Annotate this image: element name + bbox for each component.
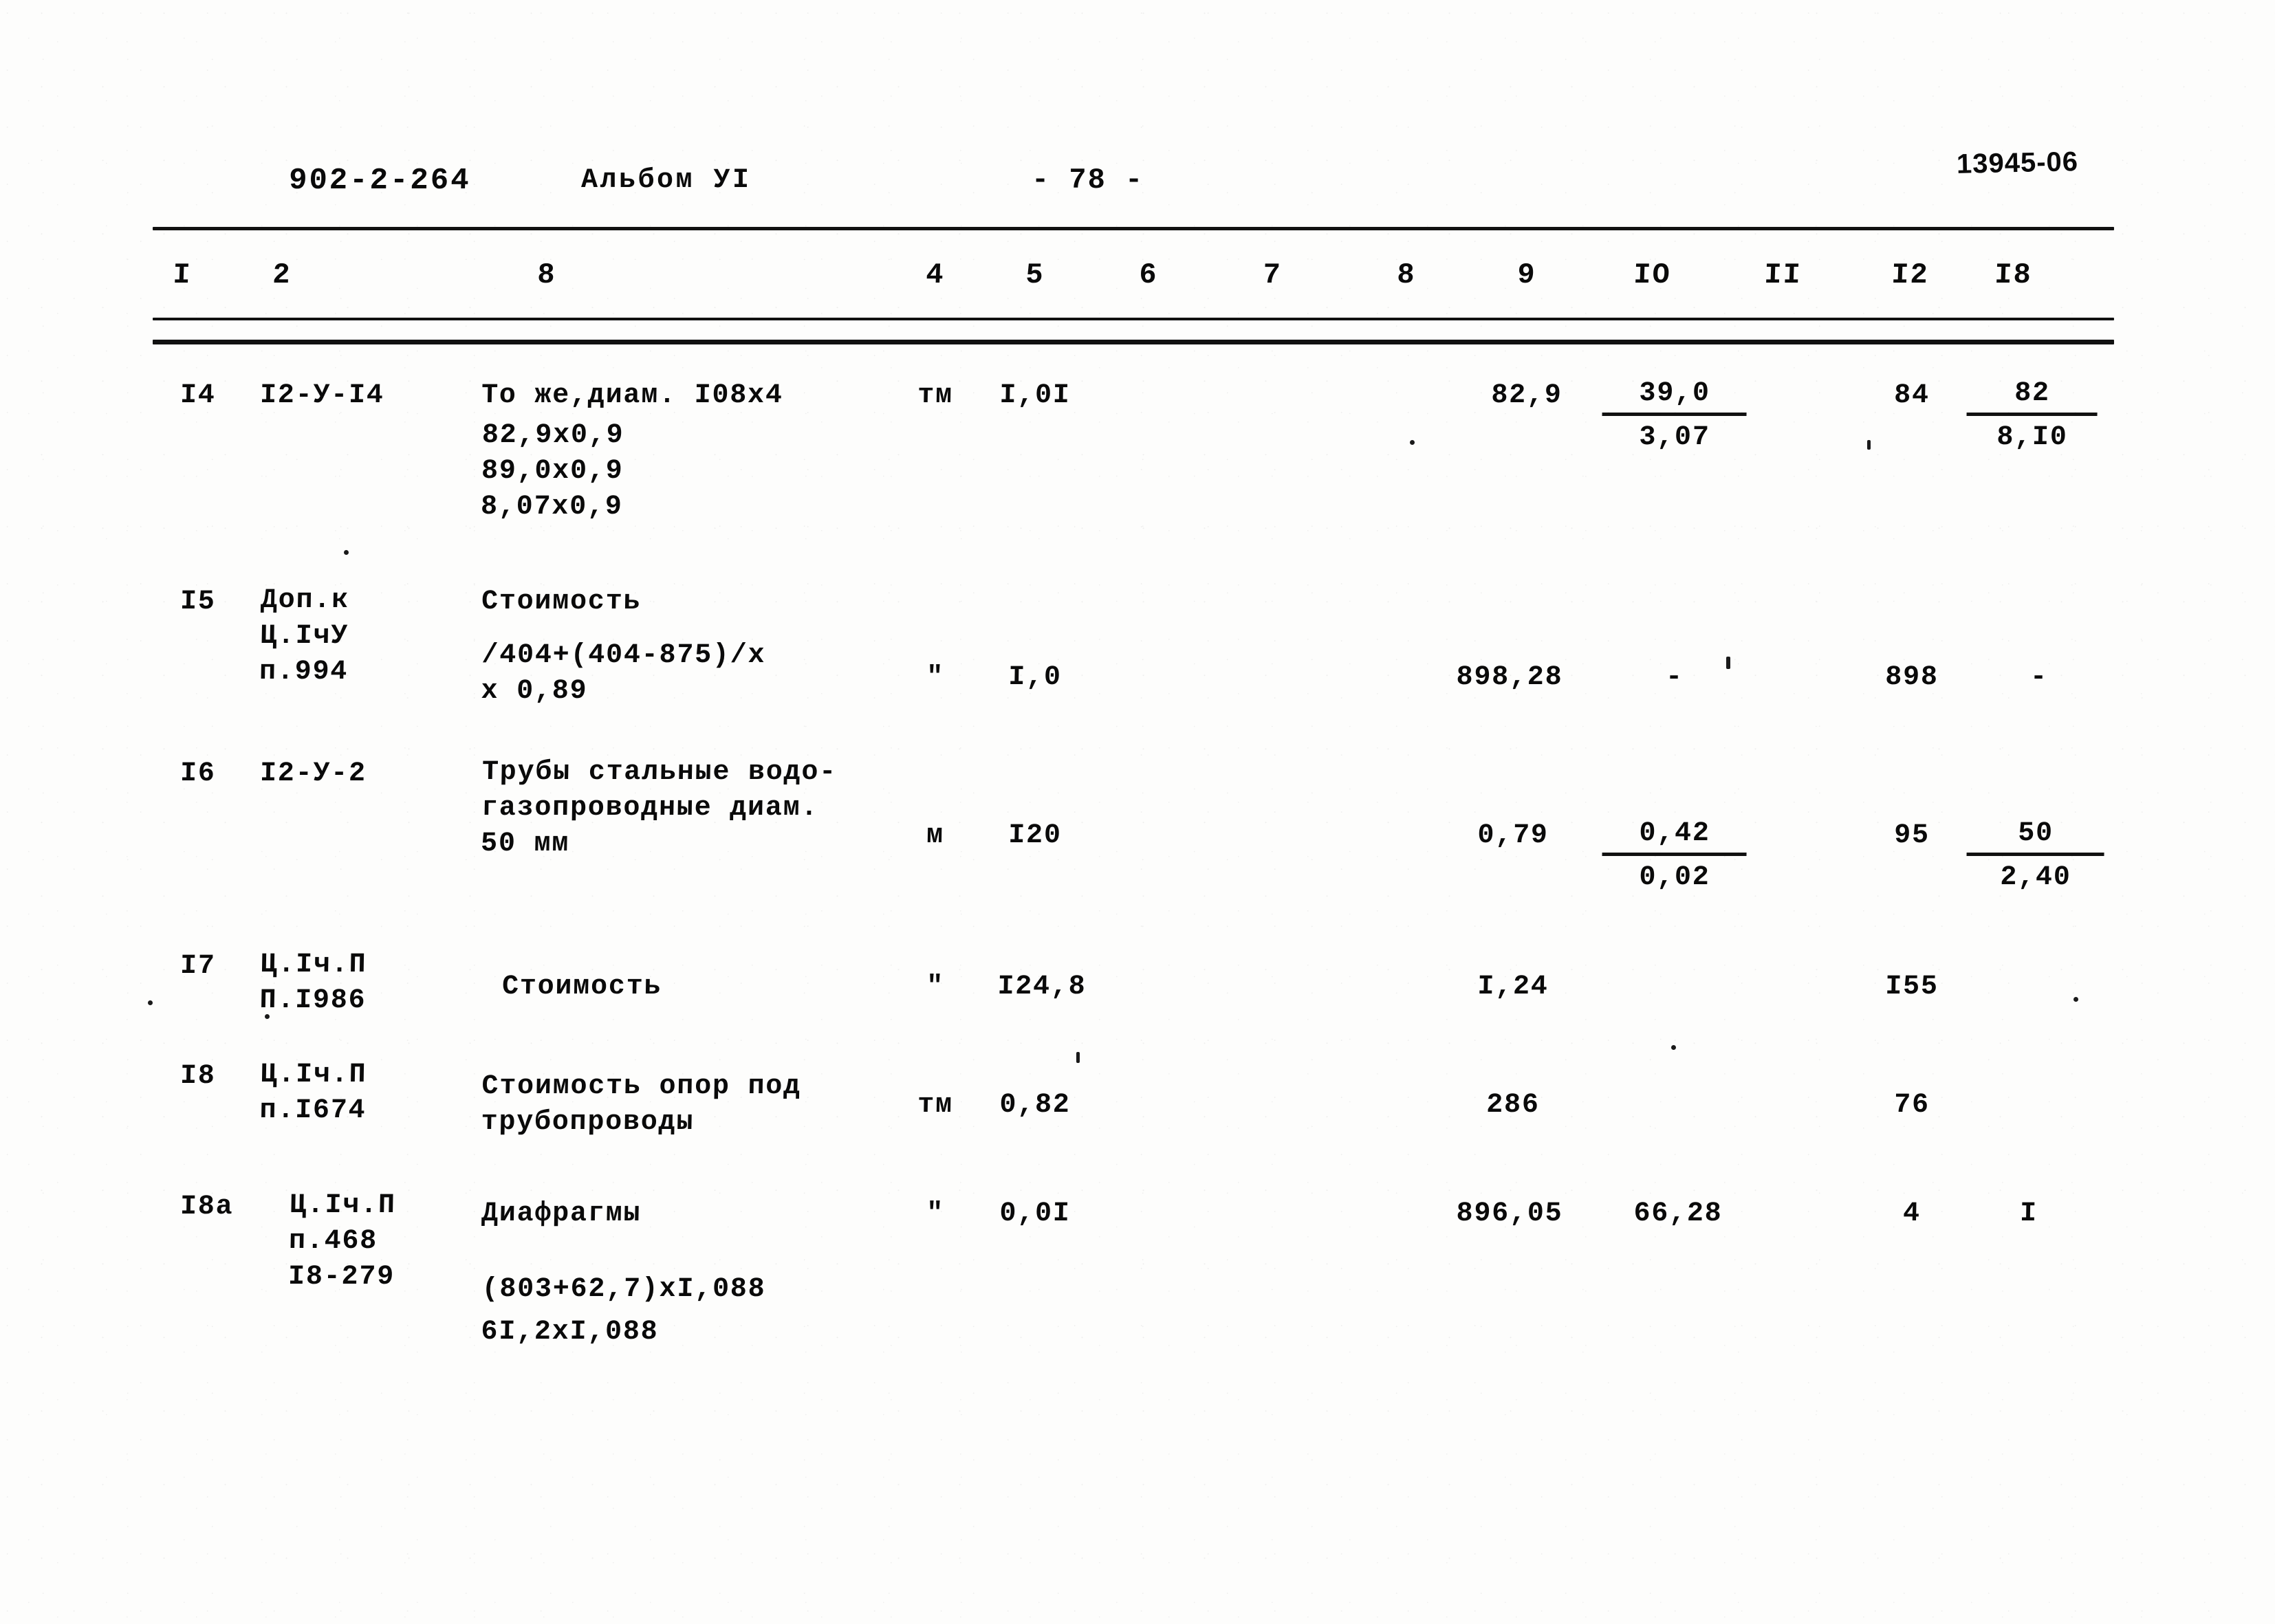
row-col10-fraction: 0,42 0,02 xyxy=(1602,817,1748,897)
row-col12: 95 xyxy=(1893,820,1930,851)
row-col10-numerator: 0,42 xyxy=(1602,817,1748,856)
row-col10-numerator: 39,0 xyxy=(1602,377,1748,416)
row-col13-fraction: 82 8,I0 xyxy=(1966,377,2098,457)
row-col12: I55 xyxy=(1884,972,1939,1002)
row-quantity: I20 xyxy=(1008,820,1063,851)
row-description-detail: 82,9х0,9 89,0х0,9 8,07х0,9 xyxy=(480,420,624,523)
scan-speck xyxy=(1726,657,1730,669)
scan-speck xyxy=(2073,997,2078,1002)
row-unit: " xyxy=(926,662,945,693)
scan-speck xyxy=(1867,440,1871,450)
row-code: Ц.Iч.П п.I674 xyxy=(259,1060,367,1126)
row-description-detail: (803+62,7)хI,088 6I,2хI,088 xyxy=(481,1274,766,1348)
row-col13-numerator: 50 xyxy=(1966,817,2105,856)
row-code: I2-У-2 xyxy=(259,758,367,789)
row-unit: " xyxy=(926,972,945,1002)
row-col12: 898 xyxy=(1884,662,1939,693)
row-col10: - xyxy=(1665,662,1684,693)
row-description: Трубы стальные водо- газопроводные диам.… xyxy=(480,757,838,859)
scan-speck xyxy=(265,1014,270,1019)
row-col9: 896,05 xyxy=(1456,1198,1563,1229)
scan-speck xyxy=(344,550,349,555)
row-col10-denominator: 0,02 xyxy=(1638,862,1710,893)
row-col12: 4 xyxy=(1902,1198,1922,1229)
row-col13-denominator: 2,40 xyxy=(1999,862,2071,893)
scanned-page: 902-2-264 Альбом УI - 78 - 13945-06 I 2 … xyxy=(0,0,2275,1624)
row-number: I8 xyxy=(179,1061,217,1092)
row-unit: " xyxy=(926,1198,945,1229)
row-description: Диафрагмы xyxy=(481,1198,642,1229)
row-quantity: 0,82 xyxy=(999,1090,1071,1121)
row-col9: 898,28 xyxy=(1456,662,1563,693)
row-col13: I xyxy=(2019,1198,2038,1229)
row-col13: - xyxy=(2029,662,2049,693)
row-description-detail: /404+(404-875)/х х 0,89 xyxy=(481,640,766,707)
row-col9: I,24 xyxy=(1477,972,1549,1002)
scan-speck xyxy=(1076,1052,1080,1063)
row-col10: 66,28 xyxy=(1633,1198,1723,1229)
row-col9: 286 xyxy=(1485,1090,1541,1121)
row-number: I6 xyxy=(179,758,217,789)
row-code: Ц.Iч.П П.I986 xyxy=(259,950,367,1016)
row-number: I5 xyxy=(179,586,217,617)
row-code: Доп.к Ц.IчУ п.994 xyxy=(259,585,350,688)
row-number: I7 xyxy=(179,951,217,982)
row-description: Стоимость xyxy=(481,586,642,617)
row-col12: 84 xyxy=(1893,380,1930,411)
row-col13-numerator: 82 xyxy=(1966,377,2098,416)
row-description: Стоимость опор под трубопроводы xyxy=(481,1071,802,1138)
row-unit: тм xyxy=(917,380,954,411)
row-col12: 76 xyxy=(1893,1090,1930,1121)
row-code: I2-У-I4 xyxy=(259,380,385,411)
row-col10-fraction: 39,0 3,07 xyxy=(1602,377,1748,457)
row-quantity: I24,8 xyxy=(997,972,1087,1002)
row-col10-denominator: 3,07 xyxy=(1638,422,1710,453)
row-unit: тм xyxy=(917,1090,954,1121)
row-description: Стоимость xyxy=(501,972,662,1002)
row-quantity: I,0I xyxy=(999,380,1071,411)
row-unit: м xyxy=(926,820,945,851)
row-col9: 82,9 xyxy=(1491,380,1563,411)
row-description: То же,диам. I08х4 xyxy=(481,380,784,411)
row-number: I4 xyxy=(179,380,217,411)
row-col9: 0,79 xyxy=(1477,820,1549,851)
scan-speck xyxy=(148,1000,153,1005)
row-col13-denominator: 8,I0 xyxy=(1996,422,2068,453)
table-body: I4 I2-У-I4 То же,диам. I08х4 82,9х0,9 89… xyxy=(0,0,2275,1624)
row-quantity: I,0 xyxy=(1008,662,1063,693)
row-number: I8a xyxy=(179,1192,234,1222)
row-col13-fraction: 50 2,40 xyxy=(1966,817,2105,897)
scan-speck xyxy=(1410,440,1415,445)
scan-speck xyxy=(1671,1045,1676,1050)
row-quantity: 0,0I xyxy=(999,1198,1071,1229)
